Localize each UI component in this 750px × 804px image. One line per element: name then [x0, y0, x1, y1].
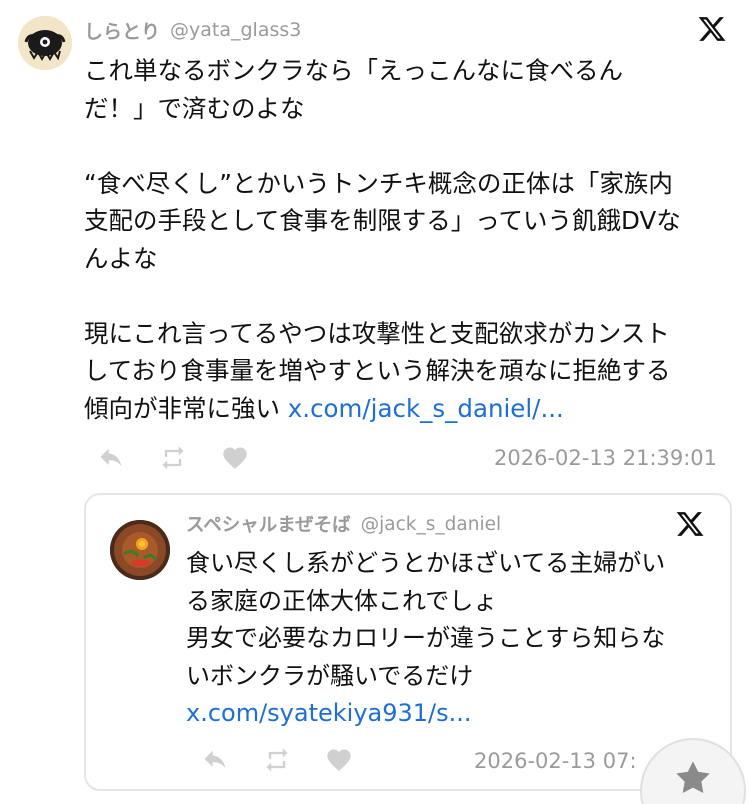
tweet-line: “食べ尽くし”とかいうトンチキ概念の正体は「家族内 [84, 168, 673, 198]
retweet-icon[interactable] [262, 745, 292, 775]
quote-line: る家庭の正体大体これでしょ [186, 586, 498, 615]
tweet-body: これ単なるボンクラなら「えっこんなに食べるん だ！」で済むのよな “食べ尽くし”… [84, 52, 724, 427]
tweet-actions [96, 443, 250, 473]
quote-body: 食い尽くし系がどうとかほざいてる主婦がい る家庭の正体大体これでしょ 男女で必要… [186, 545, 716, 733]
tweet-link[interactable]: x.com/jack_s_daniel/... [288, 394, 564, 423]
tweet-line: しており食事量を増やすという解決を頑なに拒絶する [84, 356, 671, 385]
tweet-timestamp[interactable]: 2026-02-13 21:39:01 [494, 446, 717, 470]
quote-actions [200, 745, 354, 775]
quote-author-avatar[interactable] [110, 520, 170, 580]
quote-card[interactable]: スペシャルまぜそば @jack_s_daniel 食い尽くし系がどうとかほざいて… [84, 493, 732, 791]
tweet-line: 支配の手段として食事を制限する」っていう飢餓DVな [84, 206, 681, 235]
tweet-line: だ！」で済むのよな [84, 93, 305, 123]
tweet-line-text: 傾向が非常に強い [84, 393, 280, 423]
reply-icon[interactable] [200, 745, 230, 775]
tweet-header: しらとり @yata_glass3 [84, 15, 301, 45]
star-icon [673, 758, 713, 802]
x-logo-icon[interactable] [697, 14, 727, 44]
reply-icon[interactable] [96, 443, 126, 473]
quote-author-name[interactable]: スペシャルまぜそば [186, 511, 351, 537]
tweet-line: んよな [84, 243, 158, 273]
tweet-line: 現にこれ言ってるやつは攻撃性と支配欲求がカンスト [84, 318, 670, 348]
quote-line: 食い尽くし系がどうとかほざいてる主婦がい [186, 549, 666, 577]
quote-author-handle[interactable]: @jack_s_daniel [361, 514, 501, 535]
author-handle[interactable]: @yata_glass3 [170, 19, 301, 41]
x-logo-icon[interactable] [675, 509, 705, 539]
author-name[interactable]: しらとり [84, 17, 160, 44]
quote-header: スペシャルまぜそば @jack_s_daniel [186, 509, 501, 539]
heart-icon[interactable] [324, 745, 354, 775]
quote-line: 男女で必要なカロリーが違うことすら知らな [186, 624, 666, 652]
tweet-line: これ単なるボンクラなら「えっこんなに食べるん [84, 56, 623, 85]
quote-line: いボンクラが騒いでるだけ [186, 661, 474, 690]
author-avatar[interactable] [18, 16, 72, 70]
quote-link[interactable]: x.com/syatekiya931/s... [186, 699, 472, 727]
heart-icon[interactable] [220, 443, 250, 473]
quote-timestamp[interactable]: 2026-02-13 07: [474, 749, 637, 773]
tweet-line-last: 傾向が非常に強い x.com/jack_s_daniel/... [84, 390, 724, 428]
retweet-icon[interactable] [158, 443, 188, 473]
